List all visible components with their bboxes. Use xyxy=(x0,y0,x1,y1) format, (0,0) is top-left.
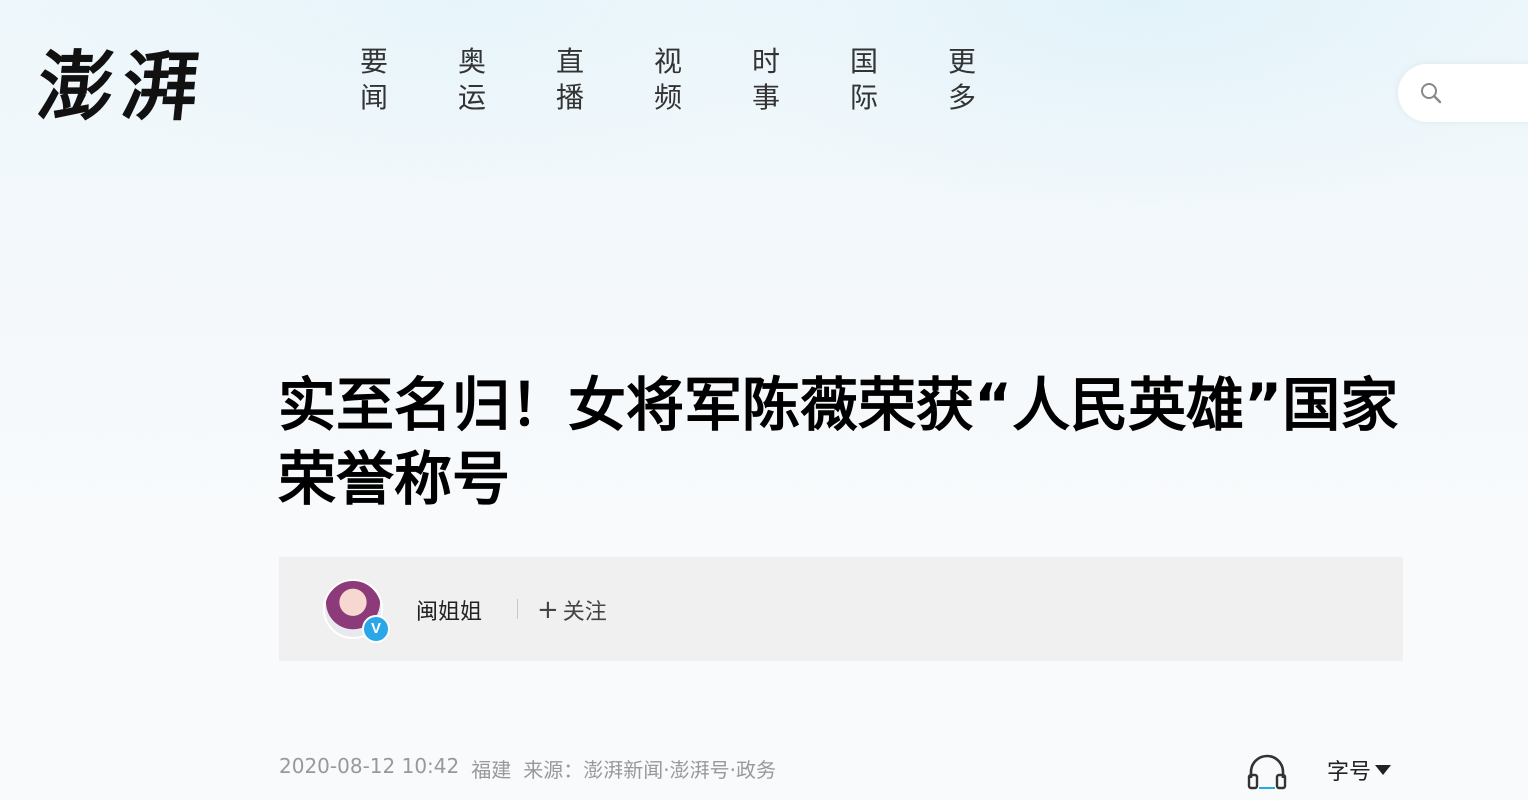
publish-location: 福建 xyxy=(471,758,512,782)
nav-item-label: 直 xyxy=(556,45,585,78)
site-logo[interactable]: 澎湃 xyxy=(33,32,238,142)
search-box[interactable] xyxy=(1398,64,1528,122)
nav-item-label: 视 xyxy=(654,45,683,78)
publish-datetime: 2020-08-12 10:42 xyxy=(279,754,460,778)
plus-icon: + xyxy=(537,595,559,625)
follow-label: 关注 xyxy=(562,600,607,625)
divider xyxy=(517,599,518,619)
article-meta: 2020-08-12 10:42 福建 来源：澎湃新闻·澎湃号·政务 xyxy=(279,754,776,783)
nav-item-news[interactable]: 要 闻 xyxy=(360,44,458,116)
nav-item-label: 事 xyxy=(752,81,781,114)
nav-item-label: 频 xyxy=(654,81,683,114)
nav-item-label: 国 xyxy=(850,45,879,78)
font-size-button[interactable]: 字号 xyxy=(1327,754,1392,786)
nav-item-olympics[interactable]: 奥 运 xyxy=(458,44,556,116)
nav-item-label: 时 xyxy=(752,45,781,78)
nav-item-label: 闻 xyxy=(360,81,389,114)
nav-item-label: 运 xyxy=(458,81,487,114)
article-source: 来源：澎湃新闻·澎湃号·政务 xyxy=(523,758,776,782)
nav-item-live[interactable]: 直 播 xyxy=(556,44,654,116)
font-size-label: 字号 xyxy=(1327,760,1372,785)
verified-badge-icon: V xyxy=(362,615,390,643)
nav-item-label: 奥 xyxy=(458,45,487,78)
nav-item-video[interactable]: 视 频 xyxy=(654,44,752,116)
article-title: 实至名归！女将军陈薇荣获“人民英雄”国家荣誉称号 xyxy=(278,371,1399,513)
nav-item-label: 际 xyxy=(850,81,879,114)
nav-item-label: 更 xyxy=(948,45,977,78)
search-icon[interactable] xyxy=(1420,82,1442,104)
nav-item-label: 多 xyxy=(948,81,977,114)
nav-item-label: 播 xyxy=(556,81,585,114)
chevron-down-icon xyxy=(1375,765,1392,775)
follow-button[interactable]: + 关注 xyxy=(537,594,607,626)
nav-item-current-affairs[interactable]: 时 事 xyxy=(752,44,850,116)
author-name[interactable]: 闽姐姐 xyxy=(416,594,482,626)
nav-item-international[interactable]: 国 际 xyxy=(850,44,948,116)
nav-item-more[interactable]: 更 多 xyxy=(948,44,1046,116)
headphones-icon[interactable] xyxy=(1246,752,1288,790)
logo-text: 澎湃 xyxy=(33,42,211,131)
nav-item-label: 要 xyxy=(360,45,389,78)
main-nav: 要 闻 奥 运 直 播 视 频 时 事 国 际 更 多 xyxy=(360,44,1046,116)
author-bar: V 闽姐姐 + 关注 xyxy=(279,557,1403,661)
